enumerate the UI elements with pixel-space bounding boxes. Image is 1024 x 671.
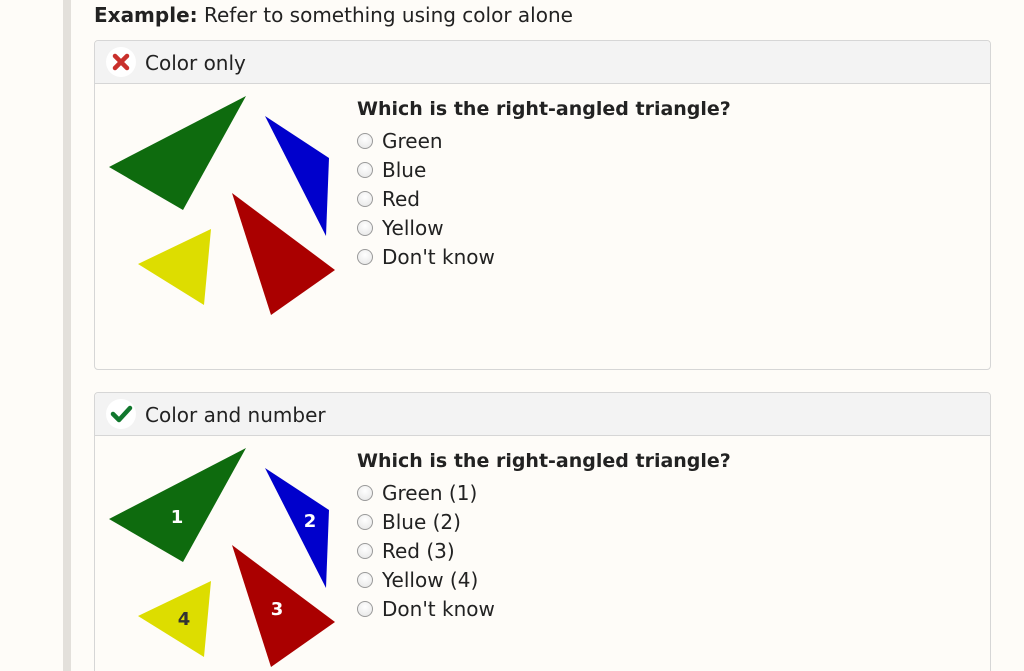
option-blue[interactable]: Blue — [357, 155, 957, 184]
radio-button[interactable] — [357, 542, 373, 559]
option-yellow-4[interactable]: Yellow (4) — [357, 565, 957, 594]
yellow-triangle — [138, 581, 211, 657]
option-label: Yellow (4) — [382, 567, 479, 592]
radio-button[interactable] — [357, 190, 373, 207]
question-text: Which is the right-angled triangle? — [357, 98, 731, 120]
radio-button[interactable] — [357, 219, 373, 236]
green-triangle — [109, 448, 246, 562]
option-dont-know[interactable]: Don't know — [357, 594, 957, 623]
question-block: Which is the right-angled triangle? Gree… — [357, 449, 957, 623]
option-label: Green (1) — [382, 480, 478, 505]
question-text: Which is the right-angled triangle? — [357, 450, 731, 472]
triangle-number-1: 1 — [171, 507, 184, 528]
option-label: Green — [382, 128, 443, 153]
option-label: Blue (2) — [382, 509, 461, 534]
example-heading: Example: Refer to something using color … — [94, 3, 573, 27]
answer-options: Green (1) Blue (2) Red (3) Yellow (4) Do… — [357, 478, 957, 623]
panel-header: Color only — [95, 41, 990, 84]
radio-button[interactable] — [357, 600, 373, 617]
triangle-number-3: 3 — [271, 599, 284, 620]
green-triangle — [109, 96, 246, 210]
panel-color-only: Color only Which is the right-angled tri… — [94, 40, 991, 370]
checkmark-icon — [106, 399, 136, 429]
panel-title: Color only — [145, 51, 246, 75]
radio-button[interactable] — [357, 571, 373, 588]
option-label: Don't know — [382, 244, 495, 269]
left-border-rule — [63, 0, 71, 671]
triangle-number-4: 4 — [178, 609, 191, 630]
numbered-triangles-figure: 1 2 3 4 — [109, 448, 335, 667]
option-blue-2[interactable]: Blue (2) — [357, 507, 957, 536]
option-red[interactable]: Red — [357, 184, 957, 213]
option-label: Red (3) — [382, 538, 455, 563]
example-text: Refer to something using color alone — [204, 3, 573, 27]
radio-button[interactable] — [357, 513, 373, 530]
option-yellow[interactable]: Yellow — [357, 213, 957, 242]
option-label: Red — [382, 186, 420, 211]
radio-button[interactable] — [357, 484, 373, 501]
panel-header: Color and number — [95, 393, 990, 436]
option-green[interactable]: Green — [357, 126, 957, 155]
triangle-number-2: 2 — [304, 511, 317, 532]
radio-button[interactable] — [357, 161, 373, 178]
option-dont-know[interactable]: Don't know — [357, 242, 957, 271]
option-label: Blue — [382, 157, 427, 182]
triangles-figure — [109, 96, 335, 315]
question-block: Which is the right-angled triangle? Gree… — [357, 97, 957, 271]
x-mark-icon — [106, 47, 136, 77]
option-label: Yellow — [382, 215, 444, 240]
panel-title: Color and number — [145, 403, 326, 427]
panel-color-and-number: Color and number 1 2 3 4 Which is the ri… — [94, 392, 991, 671]
yellow-triangle — [138, 229, 211, 305]
blue-triangle — [265, 116, 329, 236]
blue-triangle — [265, 468, 329, 588]
option-label: Don't know — [382, 596, 495, 621]
option-green-1[interactable]: Green (1) — [357, 478, 957, 507]
answer-options: Green Blue Red Yellow Don't know — [357, 126, 957, 271]
radio-button[interactable] — [357, 248, 373, 265]
option-red-3[interactable]: Red (3) — [357, 536, 957, 565]
example-label: Example: — [94, 3, 198, 27]
page: Example: Refer to something using color … — [0, 0, 1024, 671]
radio-button[interactable] — [357, 132, 373, 149]
